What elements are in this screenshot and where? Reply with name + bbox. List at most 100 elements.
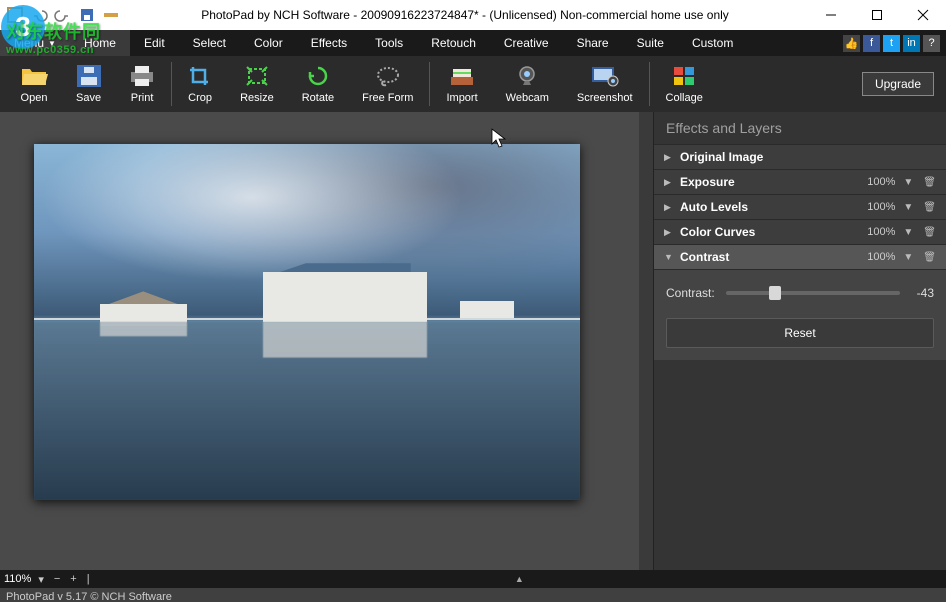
lasso-icon — [375, 64, 401, 88]
titlebar: PhotoPad by NCH Software - 2009091622372… — [0, 0, 946, 30]
trash-icon[interactable]: 🗑 — [921, 202, 938, 213]
collage-icon — [672, 64, 696, 88]
zoom-out-button[interactable]: − — [51, 573, 63, 585]
chevron-right-icon: ▶ — [664, 177, 674, 188]
layer-exposure[interactable]: ▶ Exposure 100% ▼ 🗑 — [654, 170, 946, 195]
webcam-button[interactable]: Webcam — [492, 62, 563, 106]
trash-icon[interactable]: 🗑 — [921, 252, 938, 263]
save-disk-icon — [77, 64, 101, 88]
open-button[interactable]: Open — [6, 62, 62, 106]
toolbar-separator — [649, 62, 650, 106]
workspace: Effects and Layers ▶ Original Image ▶ Ex… — [0, 112, 946, 570]
separator: | — [84, 573, 93, 585]
social-icons: 👍 f t in ? — [843, 30, 946, 56]
tab-tools[interactable]: Tools — [361, 30, 417, 56]
collapse-panel-icon[interactable]: ▲ — [97, 574, 942, 584]
zoom-dropdown-icon[interactable]: ▾ — [35, 573, 47, 586]
menubar: Menu ▼ Home Edit Select Color Effects To… — [0, 30, 946, 56]
screenshot-icon — [591, 64, 619, 88]
resize-button[interactable]: Resize — [226, 62, 288, 106]
menu-button[interactable]: Menu ▼ — [0, 30, 70, 56]
chevron-right-icon: ▶ — [664, 152, 674, 163]
chevron-down-icon[interactable]: ▼ — [901, 202, 915, 213]
effects-panel: Effects and Layers ▶ Original Image ▶ Ex… — [653, 112, 946, 570]
contrast-controls: Contrast: -43 Reset — [654, 270, 946, 360]
crop-button[interactable]: Crop — [174, 62, 226, 106]
tab-creative[interactable]: Creative — [490, 30, 563, 56]
linkedin-icon[interactable]: in — [903, 35, 920, 52]
reset-button[interactable]: Reset — [666, 318, 934, 348]
rotate-button[interactable]: Rotate — [288, 62, 348, 106]
save-quick-icon[interactable] — [76, 4, 98, 26]
webcam-icon — [515, 64, 539, 88]
slider-thumb[interactable] — [769, 286, 781, 300]
contrast-value: -43 — [908, 286, 934, 300]
toolbar: Open Save Print Crop Resize Rotate Free … — [0, 56, 946, 112]
crop-icon — [188, 64, 212, 88]
screenshot-button[interactable]: Screenshot — [563, 62, 647, 106]
minimize-button[interactable] — [808, 0, 854, 30]
undo-icon[interactable] — [28, 4, 50, 26]
window-title: PhotoPad by NCH Software - 2009091622372… — [122, 8, 808, 22]
layer-contrast[interactable]: ▼ Contrast 100% ▼ 🗑 — [654, 245, 946, 270]
menu-label: Menu — [14, 36, 44, 50]
toolbar-separator — [429, 62, 430, 106]
rotate-icon — [306, 64, 330, 88]
printer-icon — [129, 64, 155, 88]
tab-retouch[interactable]: Retouch — [417, 30, 490, 56]
chevron-right-icon: ▶ — [664, 202, 674, 213]
help-icon[interactable]: ? — [923, 35, 940, 52]
contrast-label: Contrast: — [666, 286, 718, 300]
redo-icon[interactable] — [52, 4, 74, 26]
chevron-down-icon[interactable]: ▼ — [901, 177, 915, 188]
status-text: PhotoPad v 5.17 © NCH Software — [6, 591, 172, 602]
tab-custom[interactable]: Custom — [678, 30, 747, 56]
ruler-icon[interactable] — [100, 4, 122, 26]
chevron-down-icon[interactable]: ▼ — [901, 227, 915, 238]
contrast-slider-row: Contrast: -43 — [666, 286, 934, 300]
layer-original-image[interactable]: ▶ Original Image — [654, 145, 946, 170]
maximize-button[interactable] — [854, 0, 900, 30]
tab-share[interactable]: Share — [563, 30, 623, 56]
panel-title: Effects and Layers — [654, 112, 946, 145]
tab-color[interactable]: Color — [240, 30, 297, 56]
facebook-icon[interactable]: f — [863, 35, 880, 52]
zoom-bar: 110% ▾ − + | ▲ — [0, 570, 946, 588]
resize-icon — [245, 64, 269, 88]
folder-open-icon — [20, 64, 48, 88]
chevron-right-icon: ▶ — [664, 227, 674, 238]
chevron-down-icon: ▼ — [48, 39, 56, 48]
upgrade-button[interactable]: Upgrade — [862, 72, 934, 96]
scanner-icon — [449, 64, 475, 88]
chevron-down-icon[interactable]: ▼ — [901, 252, 915, 263]
like-icon[interactable]: 👍 — [843, 35, 860, 52]
trash-icon[interactable]: 🗑 — [921, 177, 938, 188]
zoom-in-button[interactable]: + — [67, 573, 79, 585]
trash-icon[interactable]: 🗑 — [921, 227, 938, 238]
collage-button[interactable]: Collage — [652, 62, 717, 106]
titlebar-quick-icons — [0, 4, 122, 26]
zoom-level: 110% — [4, 573, 31, 585]
status-bar: PhotoPad v 5.17 © NCH Software — [0, 588, 946, 602]
save-button[interactable]: Save — [62, 62, 115, 106]
toolbar-separator — [171, 62, 172, 106]
close-button[interactable] — [900, 0, 946, 30]
print-button[interactable]: Print — [115, 62, 169, 106]
tab-suite[interactable]: Suite — [623, 30, 678, 56]
canvas-area — [0, 112, 639, 570]
twitter-icon[interactable]: t — [883, 35, 900, 52]
photo-canvas[interactable] — [34, 144, 580, 500]
layer-color-curves[interactable]: ▶ Color Curves 100% ▼ 🗑 — [654, 220, 946, 245]
contrast-slider[interactable] — [726, 291, 900, 295]
import-button[interactable]: Import — [432, 62, 491, 106]
tab-home[interactable]: Home — [70, 30, 130, 56]
tab-edit[interactable]: Edit — [130, 30, 179, 56]
tab-select[interactable]: Select — [179, 30, 240, 56]
chevron-down-icon: ▼ — [664, 252, 674, 262]
canvas-viewport[interactable] — [0, 112, 639, 570]
app-icon — [4, 4, 26, 26]
vertical-scrollbar[interactable] — [639, 112, 653, 570]
tab-effects[interactable]: Effects — [297, 30, 361, 56]
freeform-button[interactable]: Free Form — [348, 62, 427, 106]
layer-auto-levels[interactable]: ▶ Auto Levels 100% ▼ 🗑 — [654, 195, 946, 220]
